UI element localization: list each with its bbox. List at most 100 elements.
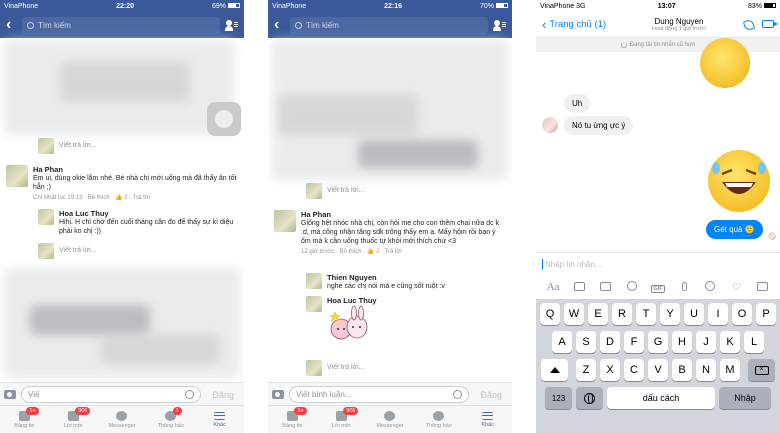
reply-input-link[interactable]: Viết trả lời... (59, 247, 97, 259)
tab-notifications[interactable]: Thông báo (414, 406, 463, 433)
heart-icon[interactable]: ♡ (730, 282, 744, 293)
avatar[interactable] (6, 165, 28, 187)
avatar[interactable] (38, 209, 54, 225)
camera-icon[interactable] (272, 390, 284, 399)
tab-messenger[interactable]: Messenger (366, 406, 415, 433)
emoji-icon[interactable] (185, 390, 195, 399)
reply-input-link[interactable]: Viết trả lời... (327, 364, 365, 376)
key-k[interactable]: K (720, 331, 740, 353)
tab-friend-requests[interactable]: Lời mời 906 (49, 406, 98, 433)
avatar (306, 360, 322, 376)
badge: 906 (75, 407, 91, 415)
battery-icon (495, 3, 508, 9)
key-a[interactable]: A (552, 331, 572, 353)
phone-icon[interactable] (742, 18, 756, 31)
key-r[interactable]: R (612, 303, 632, 325)
comment-author[interactable]: Thien Nguyen (327, 273, 506, 282)
avatar[interactable] (306, 296, 322, 312)
message-bubble-outgoing[interactable]: Gét quá 🙂 (706, 220, 763, 239)
search-input[interactable]: Tìm kiếm (22, 16, 220, 34)
back-arrow-icon[interactable]: ‹ (6, 16, 16, 34)
gif-icon[interactable]: GIF (651, 282, 665, 293)
key-y[interactable]: Y (660, 303, 680, 325)
key-p[interactable]: P (756, 303, 776, 325)
camera-icon[interactable] (4, 390, 16, 399)
back-arrow-icon[interactable]: ‹ (274, 16, 284, 34)
comment-author[interactable]: Ha Phan (33, 165, 238, 174)
key-h[interactable]: H (672, 331, 692, 353)
key-z[interactable]: Z (576, 359, 596, 381)
key-v[interactable]: V (648, 359, 668, 381)
key-w[interactable]: W (564, 303, 584, 325)
emoji-icon[interactable] (453, 390, 463, 399)
tab-messenger[interactable]: Messenger (98, 406, 147, 433)
search-input[interactable]: Tìm kiếm (290, 16, 488, 34)
post-button[interactable]: Đăng (206, 390, 240, 400)
globe-key[interactable] (576, 387, 603, 409)
location-icon[interactable] (703, 281, 717, 293)
key-c[interactable]: C (624, 359, 644, 381)
tab-more[interactable]: Khác (195, 406, 244, 433)
reply-link[interactable]: Trả lời (385, 249, 402, 255)
reply-link[interactable]: Trả lời (133, 195, 150, 201)
chat-title[interactable]: Dung Nguyen Hoạt động 1 giờ trước (622, 17, 736, 32)
tab-notifications[interactable]: Thông báo 1 (146, 406, 195, 433)
video-game-icon[interactable] (756, 281, 770, 293)
key-u[interactable]: U (684, 303, 704, 325)
tab-more[interactable]: Khác (463, 406, 512, 433)
key-b[interactable]: B (672, 359, 692, 381)
friends-list-icon[interactable] (493, 19, 506, 31)
message-bubble-incoming[interactable]: Uh (564, 94, 591, 113)
numbers-key[interactable]: 123 (545, 387, 572, 409)
space-key[interactable]: dấu cách (607, 387, 715, 409)
message-bubble-incoming[interactable]: Nó tu ừng ực ý (564, 116, 634, 135)
reply-input-link[interactable]: Viết trả lời... (59, 142, 97, 154)
tab-friend-requests[interactable]: Lời mời 906 (317, 406, 366, 433)
tab-news-feed[interactable]: Bảng tin 1+ (0, 406, 49, 433)
delete-key[interactable]: × (748, 359, 775, 381)
key-l[interactable]: L (744, 331, 764, 353)
tab-news-feed[interactable]: Bảng tin 1+ (268, 406, 317, 433)
comment-author[interactable]: Hoa Luc Thuy (327, 296, 506, 305)
assistive-touch-button[interactable] (207, 102, 241, 136)
clock: 13:07 (657, 2, 676, 10)
return-key[interactable]: Nhập (719, 387, 771, 409)
key-s[interactable]: S (576, 331, 596, 353)
friends-list-icon[interactable] (225, 19, 238, 31)
comment-author[interactable]: Ha Phan (301, 210, 506, 219)
blurred-content (278, 95, 418, 135)
comment-author[interactable]: Hoa Luc Thuy (59, 209, 238, 218)
text-style-button[interactable]: Aa (546, 281, 560, 293)
avatar[interactable] (274, 210, 296, 232)
photo-icon[interactable] (599, 281, 613, 293)
key-d[interactable]: D (600, 331, 620, 353)
comment-input[interactable]: Viế (21, 386, 202, 403)
reply-input-link[interactable]: Viết trả lời... (327, 187, 365, 199)
key-x[interactable]: X (600, 359, 620, 381)
comment-input[interactable]: Viết bình luận... (289, 386, 470, 403)
key-m[interactable]: M (720, 359, 740, 381)
key-e[interactable]: E (588, 303, 608, 325)
key-f[interactable]: F (624, 331, 644, 353)
shift-key[interactable] (541, 359, 568, 381)
video-call-icon[interactable] (762, 19, 778, 28)
key-g[interactable]: G (648, 331, 668, 353)
message-input[interactable]: Nhập tin nhắn... (536, 252, 780, 276)
messenger-icon (116, 410, 128, 421)
camera-icon[interactable] (572, 281, 586, 293)
key-q[interactable]: Q (540, 303, 560, 325)
key-n[interactable]: N (696, 359, 716, 381)
avatar[interactable] (306, 273, 322, 289)
post-button[interactable]: Đăng (474, 390, 508, 400)
back-button[interactable]: ‹ Trang chủ (1) (542, 17, 622, 32)
tab-bar: Bảng tin 1+ Lời mời 906 Messenger Thông bá… (0, 405, 244, 433)
key-i[interactable]: I (708, 303, 728, 325)
key-t[interactable]: T (636, 303, 656, 325)
blurred-content (30, 305, 150, 335)
key-j[interactable]: J (696, 331, 716, 353)
emoji-icon[interactable] (625, 281, 639, 293)
key-o[interactable]: O (732, 303, 752, 325)
battery-indicator: 83% (748, 3, 776, 10)
microphone-icon[interactable] (677, 281, 691, 293)
header: ‹ Tìm kiếm (0, 12, 244, 38)
